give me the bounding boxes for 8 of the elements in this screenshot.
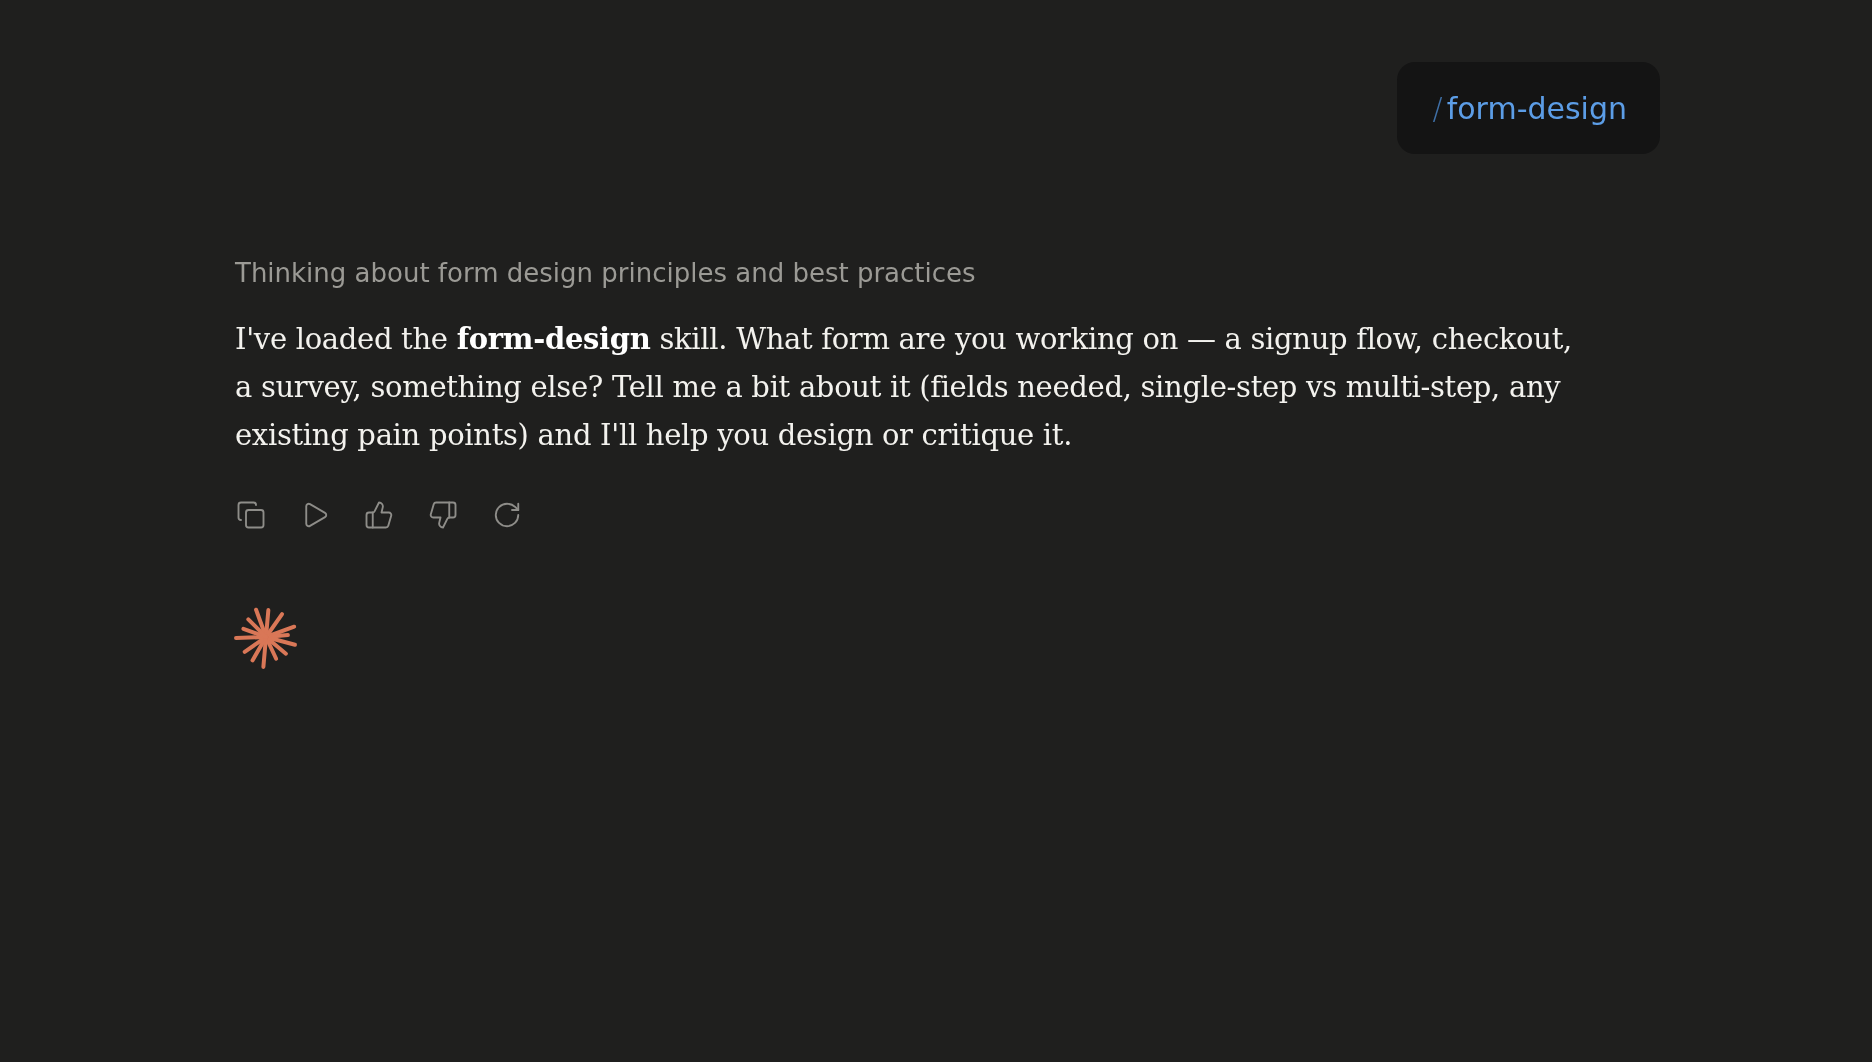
thumbs-up-icon — [364, 500, 394, 530]
thinking-summary: Thinking about form design principles and best practices — [235, 257, 976, 289]
thumbs-down-icon — [428, 500, 458, 530]
retry-icon — [492, 500, 522, 530]
copy-icon — [236, 500, 266, 530]
message-text: I've loaded the form-design skill. What form are you working on — a signup flow, checkout, a survey, something else? Tell me a bit about it (fields needed, single-step vs multi-step, any existing pain points) and I'll help you design or critique it. — [235, 321, 1573, 454]
command-slash: / — [1432, 90, 1443, 126]
command-name: form-design — [1446, 90, 1627, 126]
